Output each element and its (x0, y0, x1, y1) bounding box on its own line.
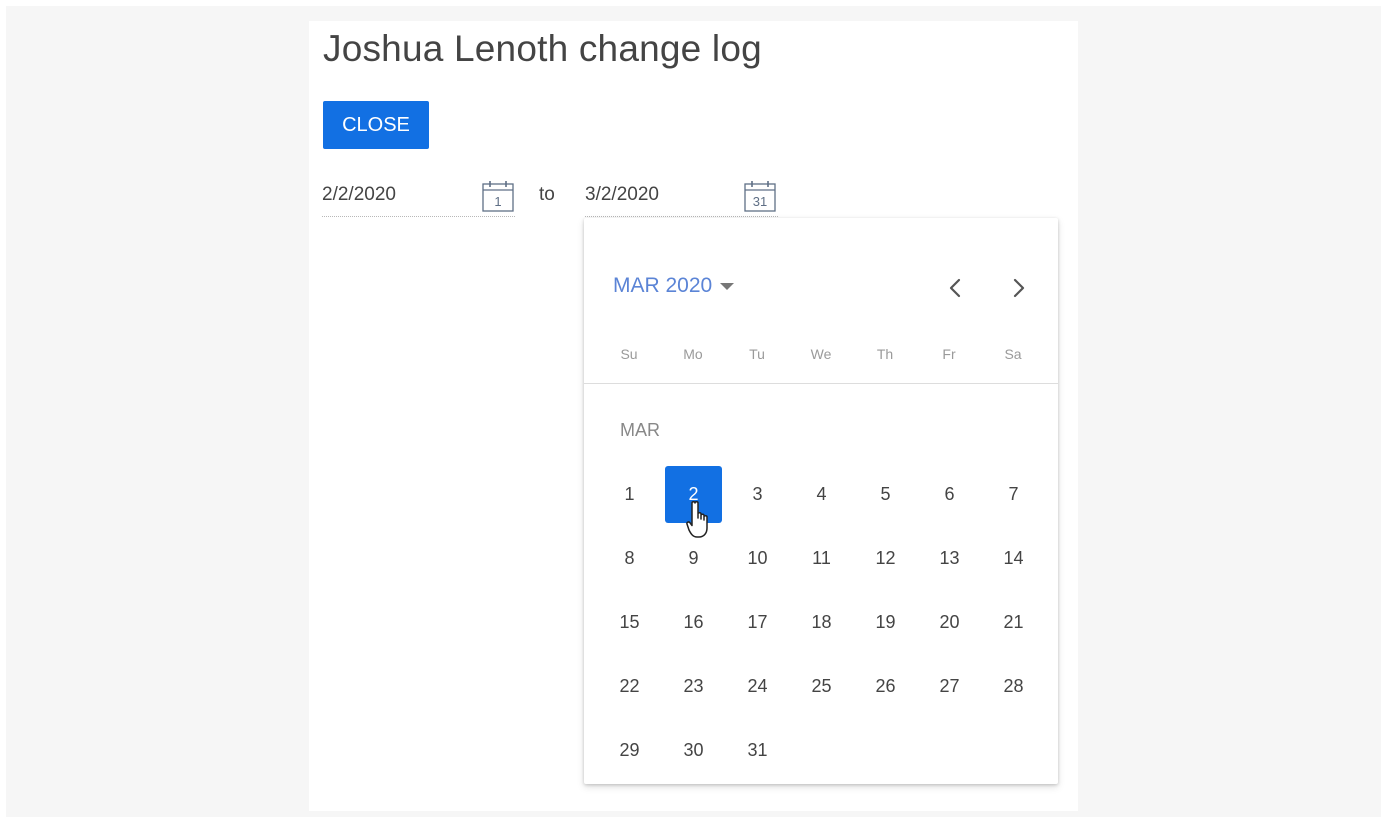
day-cell-22[interactable]: 22 (601, 658, 658, 715)
day-cell-17[interactable]: 17 (729, 594, 786, 651)
day-cell-19[interactable]: 19 (857, 594, 914, 651)
page-title: Joshua Lenoth change log (323, 28, 762, 69)
day-cell-3[interactable]: 3 (729, 466, 786, 523)
from-icon-day: 1 (494, 194, 501, 209)
day-cell-26[interactable]: 26 (857, 658, 914, 715)
day-cell-29[interactable]: 29 (601, 722, 658, 779)
day-cell-15[interactable]: 15 (601, 594, 658, 651)
day-cell-5[interactable]: 5 (857, 466, 914, 523)
day-cell-28[interactable]: 28 (985, 658, 1042, 715)
to-date-value[interactable]: 3/2/2020 (585, 184, 659, 206)
day-cell-27[interactable]: 27 (921, 658, 978, 715)
day-cell-24[interactable]: 24 (729, 658, 786, 715)
range-separator: to (539, 184, 555, 205)
day-cell-16[interactable]: 16 (665, 594, 722, 651)
day-cell-20[interactable]: 20 (921, 594, 978, 651)
day-cell-2[interactable]: 2 (665, 466, 722, 523)
day-cell-31[interactable]: 31 (729, 722, 786, 779)
day-grid: 1 2 3 4 5 6 7 8 9 10 11 12 13 14 15 16 17 18 19 20 21 22 23 24 2… (584, 218, 1058, 784)
calendar-icon[interactable]: 1 (481, 179, 515, 213)
day-cell-10[interactable]: 10 (729, 530, 786, 587)
day-cell-23[interactable]: 23 (665, 658, 722, 715)
from-date-value[interactable]: 2/2/2020 (322, 184, 396, 206)
day-cell-8[interactable]: 8 (601, 530, 658, 587)
day-cell-7[interactable]: 7 (985, 466, 1042, 523)
day-cell-14[interactable]: 14 (985, 530, 1042, 587)
day-cell-25[interactable]: 25 (793, 658, 850, 715)
to-icon-day: 31 (753, 194, 767, 209)
datepicker-popup: MAR 2020 Su Mo Tu We Th Fr Sa MAR 1 2 3 4 5 6 7 8 9 10 1… (584, 218, 1058, 784)
day-cell-9[interactable]: 9 (665, 530, 722, 587)
to-date-field[interactable]: 3/2/2020 31 (585, 176, 778, 217)
day-cell-13[interactable]: 13 (921, 530, 978, 587)
day-cell-6[interactable]: 6 (921, 466, 978, 523)
day-cell-18[interactable]: 18 (793, 594, 850, 651)
calendar-icon[interactable]: 31 (743, 179, 777, 213)
close-button[interactable]: CLOSE (323, 101, 429, 149)
day-cell-30[interactable]: 30 (665, 722, 722, 779)
day-cell-1[interactable]: 1 (601, 466, 658, 523)
day-cell-21[interactable]: 21 (985, 594, 1042, 651)
day-cell-4[interactable]: 4 (793, 466, 850, 523)
day-cell-12[interactable]: 12 (857, 530, 914, 587)
from-date-field[interactable]: 2/2/2020 1 (322, 176, 515, 217)
day-cell-11[interactable]: 11 (793, 530, 850, 587)
